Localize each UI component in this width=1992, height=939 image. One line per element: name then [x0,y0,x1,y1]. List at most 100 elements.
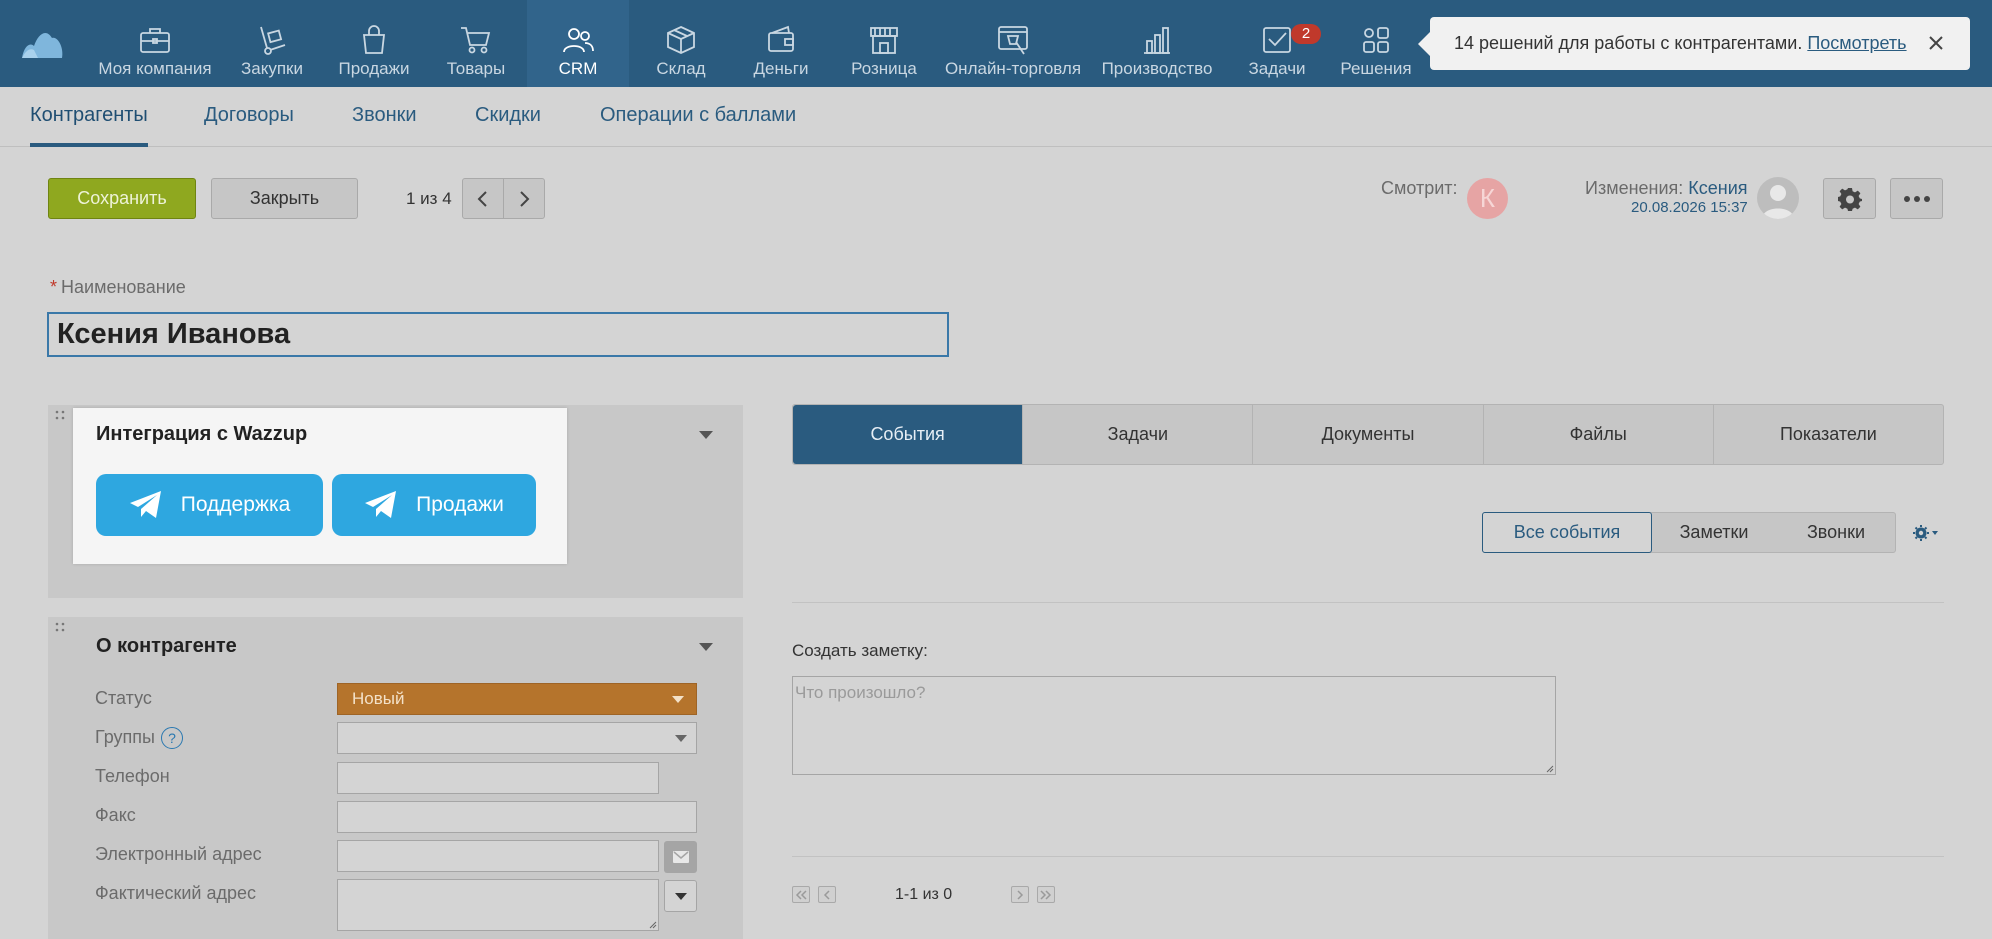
avatar[interactable] [1757,177,1799,219]
email-label: Электронный адрес [95,844,262,864]
chevron-right-icon [1017,889,1024,900]
name-field-label: * Наименование [50,277,186,298]
resize-grip-icon[interactable] [647,919,657,929]
nav-purchases[interactable]: Закупки [232,0,312,87]
app-logo[interactable] [20,24,64,60]
changes-label: Изменения: Ксения [1585,178,1748,199]
collapse-arrow-icon[interactable] [699,431,713,439]
subtab-calls[interactable]: Звонки [352,104,417,143]
fax-field[interactable] [337,801,697,833]
nav-warehouse[interactable]: Склад [651,0,711,87]
nav-products[interactable]: Товары [442,0,510,87]
nav-label: Онлайн-торговля [944,59,1082,78]
close-icon[interactable] [1924,31,1948,55]
last-page-button[interactable] [1037,886,1055,903]
name-input[interactable] [47,312,949,357]
filter-settings-gear-icon[interactable] [1912,522,1940,544]
prev-page-button[interactable] [818,886,836,903]
next-record-button[interactable] [503,178,545,219]
nav-label: Деньги [753,59,809,78]
nav-crm[interactable]: CRM [527,0,629,87]
store-icon [870,27,898,54]
user-silhouette-icon [1762,185,1794,219]
changes-date: 20.08.2026 15:37 [1631,199,1748,216]
groups-select[interactable] [337,722,697,754]
record-tabs: События Задачи Документы Файлы Показател… [792,404,1944,465]
subtab-bonus-operations[interactable]: Операции с баллами [600,104,796,143]
address-dropdown-button[interactable] [664,880,697,912]
online-store-icon [998,26,1028,55]
chevron-right-icon [520,190,530,207]
chevron-down-icon [675,735,687,742]
telegram-support-button[interactable]: Поддержка [96,474,323,536]
nav-label: Моя компания [98,59,212,78]
tasks-check-icon [1263,27,1291,53]
save-button[interactable]: Сохранить [48,178,196,219]
wallet-icon [768,25,794,52]
changes-label-text: Изменения: [1585,178,1684,198]
support-label: Поддержка [180,493,291,516]
email-field[interactable] [337,840,659,872]
help-icon[interactable]: ? [160,727,183,750]
groups-label-text: Группы [95,727,155,747]
wazzup-title: Интеграция с Wazzup [96,423,308,445]
envelope-icon [672,851,689,863]
resize-grip-icon[interactable] [1544,763,1554,773]
tab-files[interactable]: Файлы [1484,405,1714,464]
address-label: Фактический адрес [95,883,256,903]
nav-production[interactable]: Производство [1101,0,1213,87]
next-page-button[interactable] [1011,886,1029,903]
nav-online-trade[interactable]: Онлайн-торговля [945,0,1081,87]
drag-handle-icon[interactable] [55,622,65,632]
collapse-arrow-icon[interactable] [699,643,713,651]
chevron-left-icon [823,889,830,900]
drag-handle-icon[interactable] [55,410,65,420]
notification-text: 14 решений для работы с контрагентами. [1454,33,1803,53]
bar-chart-icon [1144,27,1170,54]
nav-money[interactable]: Деньги [746,0,816,87]
shopping-bag-icon [362,25,386,54]
filter-all-events[interactable]: Все события [1482,512,1652,553]
subtab-contracts[interactable]: Договоры [204,104,294,143]
notification-link[interactable]: Посмотреть [1807,33,1906,54]
apps-grid-icon [1363,27,1389,53]
people-icon [563,28,594,53]
nav-my-company[interactable]: Моя компания [94,0,216,87]
nav-label: Решения [1340,59,1412,78]
note-input[interactable] [792,676,1556,775]
sub-navigation: Контрагенты Договоры Звонки Скидки Опера… [0,87,1992,147]
nav-label: Продажи [338,59,410,78]
nav-sales[interactable]: Продажи [333,0,415,87]
tab-documents[interactable]: Документы [1253,405,1484,464]
filter-calls[interactable]: Звонки [1776,512,1896,553]
groups-label: Группы? [95,727,183,750]
tab-tasks[interactable]: Задачи [1023,405,1254,464]
tab-indicators[interactable]: Показатели [1714,405,1943,464]
status-select[interactable]: Новый [337,683,697,715]
chevron-left-icon [477,190,487,207]
address-field[interactable] [337,879,659,931]
send-email-button[interactable] [664,841,697,873]
wazzup-card: Интеграция с Wazzup Поддержка Продажи [73,408,567,564]
section-divider [792,602,1944,603]
first-page-button[interactable] [792,886,810,903]
nav-tasks[interactable]: Задачи 2 [1248,0,1321,87]
changes-user-link[interactable]: Ксения [1688,178,1747,198]
nav-label: CRM [558,59,598,78]
tasks-count-badge: 2 [1291,24,1321,44]
ellipsis-icon [1903,195,1930,202]
filter-notes[interactable]: Заметки [1652,512,1776,553]
telegram-sales-button[interactable]: Продажи [332,474,536,536]
nav-solutions[interactable]: Решения [1340,0,1412,87]
close-button[interactable]: Закрыть [211,178,358,219]
subtab-counterparties[interactable]: Контрагенты [30,104,148,147]
tab-events[interactable]: События [793,405,1024,464]
subtab-discounts[interactable]: Скидки [475,104,541,143]
nav-retail[interactable]: Розница [847,0,921,87]
watching-user-avatar[interactable]: К [1467,178,1508,219]
phone-field[interactable] [337,762,659,794]
settings-button[interactable] [1823,178,1876,219]
hand-truck-icon [260,26,286,55]
more-actions-button[interactable] [1890,178,1943,219]
previous-record-button[interactable] [462,178,504,219]
